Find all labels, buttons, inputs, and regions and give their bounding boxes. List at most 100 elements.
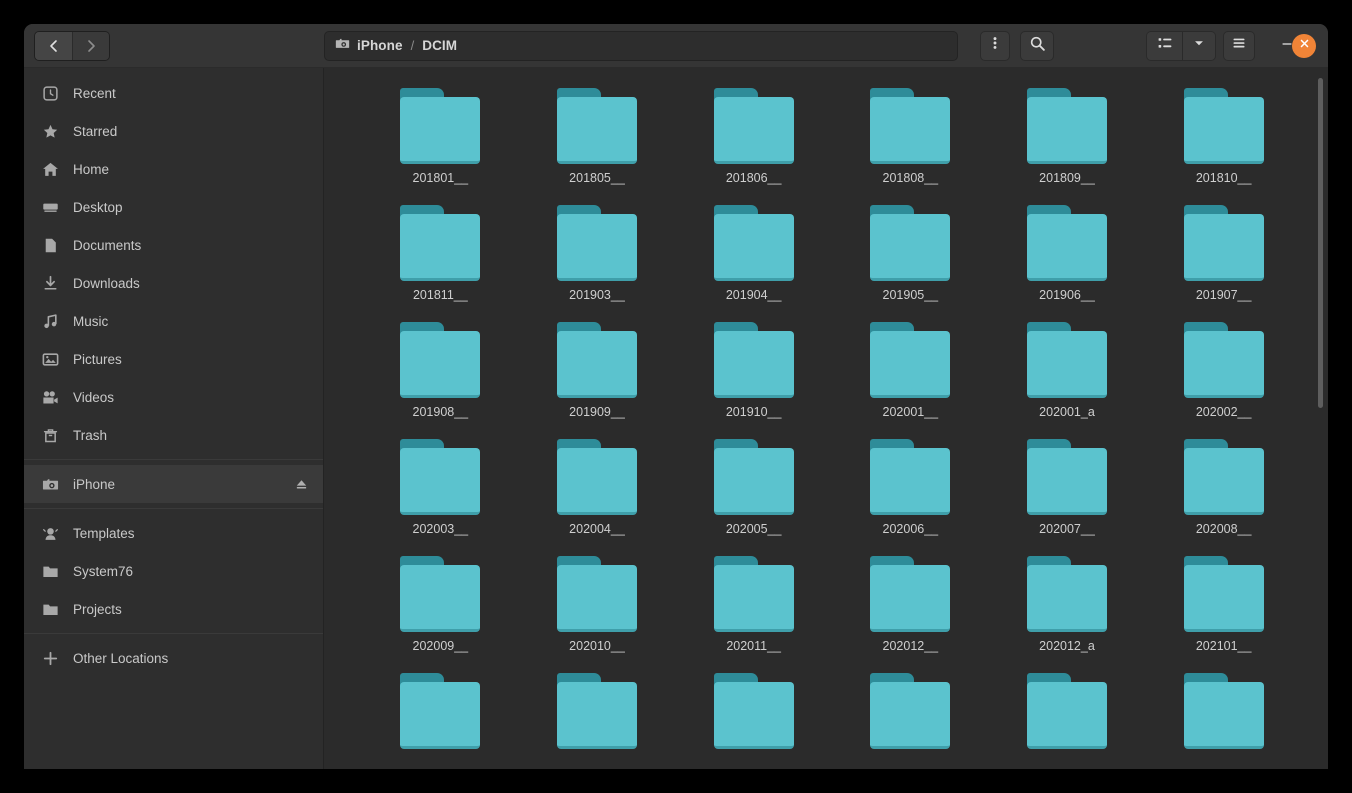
folder-icon: [714, 439, 794, 515]
folder-item[interactable]: 201801__: [362, 88, 519, 187]
folder-item[interactable]: 202005__: [675, 439, 832, 538]
folder-item[interactable]: 202002__: [1145, 322, 1302, 421]
music-icon: [42, 313, 59, 330]
vertical-scrollbar[interactable]: [1318, 78, 1323, 408]
folder-front: [1184, 565, 1264, 632]
list-view-icon: [1157, 35, 1173, 56]
sidebar-item-iphone[interactable]: iPhone: [24, 465, 323, 503]
sidebar-item-documents[interactable]: Documents: [24, 226, 323, 264]
close-button[interactable]: [1292, 34, 1316, 58]
folder-item[interactable]: [1145, 673, 1302, 758]
folder-icon: [1184, 322, 1264, 398]
folder-item[interactable]: 202001_a: [989, 322, 1146, 421]
folder-item[interactable]: 201811__: [362, 205, 519, 304]
folder-item[interactable]: 202003__: [362, 439, 519, 538]
folder-item[interactable]: 201806__: [675, 88, 832, 187]
folder-item[interactable]: 201810__: [1145, 88, 1302, 187]
sidebar-item-projects[interactable]: Projects: [24, 590, 323, 628]
folder-front: [1027, 97, 1107, 164]
folder-item[interactable]: 202010__: [519, 556, 676, 655]
folder-item[interactable]: 201903__: [519, 205, 676, 304]
folder-item[interactable]: 202009__: [362, 556, 519, 655]
sidebar-item-label: Home: [73, 162, 309, 177]
folder-item[interactable]: 201909__: [519, 322, 676, 421]
folder-item[interactable]: 201809__: [989, 88, 1146, 187]
folder-label: 202101__: [1196, 639, 1252, 653]
folder-item[interactable]: 202004__: [519, 439, 676, 538]
folder-item[interactable]: [519, 673, 676, 758]
folder-item[interactable]: 202011__: [675, 556, 832, 655]
folder-item[interactable]: [675, 673, 832, 758]
folder-front: [400, 448, 480, 515]
sidebar-item-other-locations[interactable]: Other Locations: [24, 639, 323, 677]
folder-icon: [714, 556, 794, 632]
folder-item[interactable]: 202008__: [1145, 439, 1302, 538]
sidebar-item-label: Recent: [73, 86, 309, 101]
folder-item[interactable]: 202001__: [832, 322, 989, 421]
clock-icon: [42, 85, 59, 102]
view-options-dropdown-button[interactable]: [1182, 32, 1215, 60]
folder-icon: [714, 673, 794, 749]
overflow-menu-button[interactable]: [980, 31, 1010, 61]
sidebar-item-templates[interactable]: Templates: [24, 514, 323, 552]
back-button[interactable]: [35, 32, 72, 60]
folder-icon: [870, 205, 950, 281]
sidebar-item-label: Starred: [73, 124, 309, 139]
folder-front: [400, 214, 480, 281]
folder-item[interactable]: 201808__: [832, 88, 989, 187]
breadcrumb-device[interactable]: iPhone: [335, 36, 403, 56]
folder-item[interactable]: 201904__: [675, 205, 832, 304]
folder-front: [400, 331, 480, 398]
view-list-button[interactable]: [1147, 32, 1182, 60]
folder-label: 202011__: [726, 639, 781, 653]
folder-item[interactable]: 201907__: [1145, 205, 1302, 304]
eject-icon[interactable]: [294, 477, 309, 492]
camera-icon: [335, 36, 350, 56]
folder-front: [714, 565, 794, 632]
folder-label: 201908__: [413, 405, 469, 419]
folder-label: 202001_a: [1039, 405, 1095, 419]
folder-item[interactable]: 201906__: [989, 205, 1146, 304]
folder-icon: [1027, 556, 1107, 632]
sidebar-item-pictures[interactable]: Pictures: [24, 340, 323, 378]
sidebar-item-home[interactable]: Home: [24, 150, 323, 188]
folder-item[interactable]: [989, 673, 1146, 758]
path-bar[interactable]: iPhone / DCIM: [324, 31, 958, 61]
sidebar-item-videos[interactable]: Videos: [24, 378, 323, 416]
folder-label: 202008__: [1196, 522, 1252, 536]
sidebar-item-downloads[interactable]: Downloads: [24, 264, 323, 302]
folder-label: 202002__: [1196, 405, 1252, 419]
folder-item[interactable]: 202012__: [832, 556, 989, 655]
folder-label: 201905__: [883, 288, 939, 302]
search-button[interactable]: [1020, 31, 1054, 61]
forward-button[interactable]: [72, 32, 109, 60]
sidebar-item-starred[interactable]: Starred: [24, 112, 323, 150]
sidebar-item-label: Documents: [73, 238, 309, 253]
sidebar-item-trash[interactable]: Trash: [24, 416, 323, 454]
sidebar-item-music[interactable]: Music: [24, 302, 323, 340]
main-menu-button[interactable]: [1223, 31, 1255, 61]
folder-item[interactable]: 201805__: [519, 88, 676, 187]
sidebar-item-desktop[interactable]: Desktop: [24, 188, 323, 226]
sidebar-item-recent[interactable]: Recent: [24, 74, 323, 112]
folder-item[interactable]: 202101__: [1145, 556, 1302, 655]
folder-icon: [400, 322, 480, 398]
breadcrumb-current-folder[interactable]: DCIM: [422, 38, 457, 53]
folder-label: 202004__: [569, 522, 625, 536]
folder-item[interactable]: [362, 673, 519, 758]
folder-icon: [557, 556, 637, 632]
folder-icon: [42, 601, 59, 618]
folder-item[interactable]: 202007__: [989, 439, 1146, 538]
folder-item[interactable]: 201905__: [832, 205, 989, 304]
folder-item[interactable]: 201910__: [675, 322, 832, 421]
file-manager-window: iPhone / DCIM: [24, 24, 1328, 769]
folder-item[interactable]: 202012_a: [989, 556, 1146, 655]
breadcrumb-folder-label: DCIM: [422, 38, 457, 53]
folder-item[interactable]: [832, 673, 989, 758]
folder-item[interactable]: 201908__: [362, 322, 519, 421]
folder-label: 202003__: [413, 522, 469, 536]
folder-icon: [870, 88, 950, 164]
sidebar-item-system76[interactable]: System76: [24, 552, 323, 590]
folder-item[interactable]: 202006__: [832, 439, 989, 538]
file-browser-area[interactable]: 201801__201805__201806__201808__201809__…: [324, 68, 1328, 769]
